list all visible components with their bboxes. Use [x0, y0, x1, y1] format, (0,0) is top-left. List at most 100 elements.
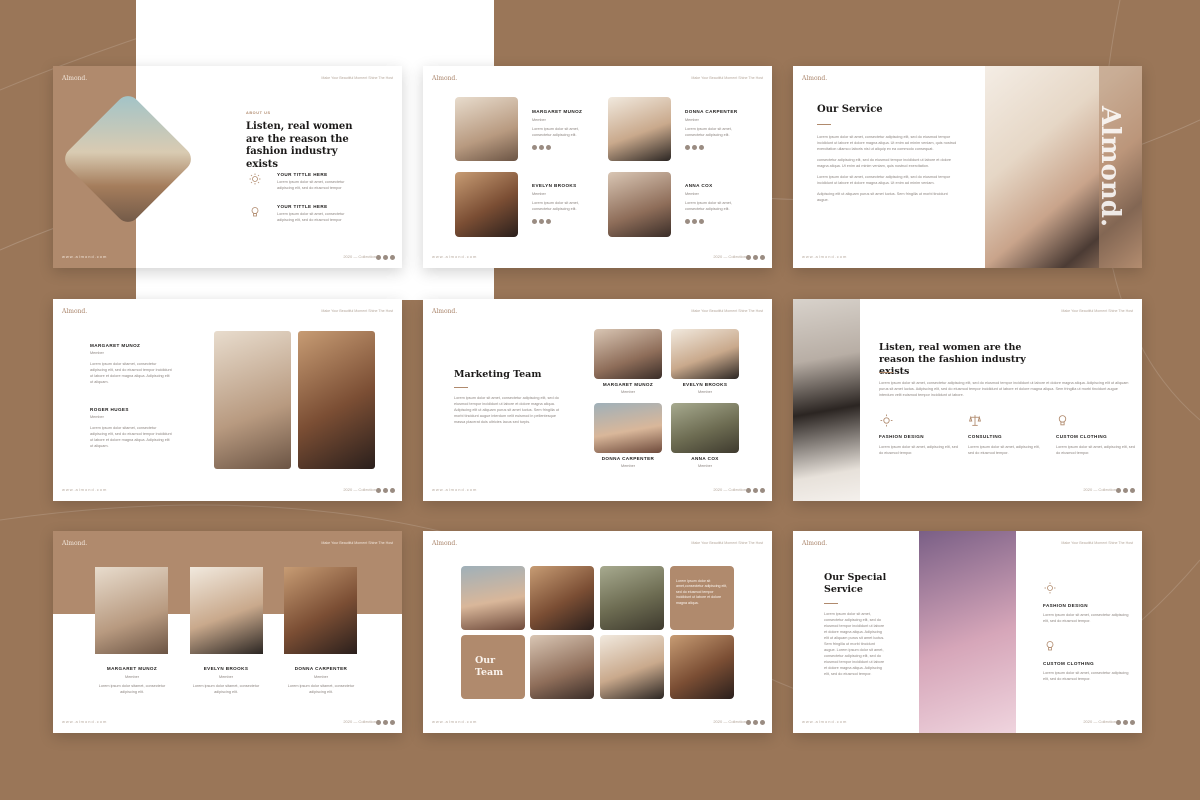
slide-our-service[interactable]: Almond. Our Service Lorem ipsum dolor si…	[793, 66, 1142, 268]
member-name: DONNA CARPENTER	[601, 456, 655, 461]
slide-profiles[interactable]: Almond. Make Your Beautiful Moment Shine…	[53, 299, 402, 501]
tagline: Make Your Beautiful Moment Shine The Hos…	[321, 309, 393, 313]
member-social[interactable]	[685, 219, 704, 224]
footer-year: 2020 — Collection	[343, 719, 376, 724]
service-list: Lorem ipsum dolor sit amet, consectetur …	[817, 134, 957, 203]
sun-icon	[249, 173, 261, 185]
title-line-1: Our	[475, 655, 496, 666]
title-line-2: Team	[475, 667, 504, 678]
lightbulb-icon	[1058, 415, 1067, 426]
social-icon[interactable]	[376, 255, 381, 260]
item-1-text: Lorem ipsum dolor sit amet, consectetur …	[277, 180, 345, 190]
footer-url: www.almond.com	[432, 487, 478, 492]
social-dots[interactable]	[376, 255, 395, 260]
slide-text: Lorem ipsum dolor sit amet, consectetur …	[879, 381, 1129, 397]
member-text: Lorem ipsum dolor sitamet, consectetur a…	[192, 684, 260, 694]
team-photo	[600, 635, 664, 699]
member-social[interactable]	[685, 145, 704, 150]
member-photo	[594, 403, 662, 453]
slide-title: Listen, real women are the reason the fa…	[879, 342, 1026, 377]
member-role: Member	[532, 192, 546, 196]
tagline: Make Your Beautiful Moment Shine The Hos…	[691, 309, 763, 313]
footer-year: 2020 — Collection	[343, 254, 376, 259]
tagline: Make Your Beautiful Moment Shine The Hos…	[1061, 309, 1133, 313]
footer-url: www.almond.com	[432, 254, 478, 259]
member-role: Member	[314, 675, 328, 679]
sun-icon	[1044, 582, 1056, 594]
logo: Almond.	[802, 75, 828, 82]
footer-year: 2020 — Collection	[1083, 487, 1116, 492]
member-role: Member	[685, 192, 699, 196]
footer-year: 2020 — Collection	[1083, 719, 1116, 724]
member-role: Member	[685, 118, 699, 122]
member-text: Lorem ipsum dolor sitamet, consectetur a…	[287, 684, 355, 694]
slide-title: Our Special Service	[824, 572, 887, 595]
member-name: EVELYN BROOKS	[682, 382, 728, 387]
feature-title: CONSULTING	[968, 434, 1003, 439]
member-role: Member	[698, 390, 712, 394]
feature-text: Lorem ipsum dolor sit amet, consectetur …	[1043, 671, 1129, 681]
social-dots[interactable]	[376, 720, 395, 725]
person-role: Member	[90, 351, 104, 355]
slide-our-team-grid[interactable]: Almond. Make Your Beautiful Moment Shine…	[423, 531, 772, 733]
slide-text: Lorem ipsum dolor sit amet, consectetur …	[824, 612, 885, 676]
social-icon[interactable]	[383, 255, 388, 260]
slide-title: Our Service	[817, 104, 883, 115]
slide-special-service[interactable]: Almond. Make Your Beautiful Moment Shine…	[793, 531, 1142, 733]
member-role: Member	[621, 390, 635, 394]
member-text: Lorem ipsum dolor sit amet, consectetur …	[532, 201, 579, 211]
vertical-brand-word: Almond.	[1095, 106, 1125, 228]
member-role: Member	[621, 464, 635, 468]
slide-title: Listen, real women are the reason the fa…	[246, 121, 353, 170]
slide-three-members[interactable]: Almond. Make Your Beautiful Moment Shine…	[53, 531, 402, 733]
member-social[interactable]	[532, 219, 551, 224]
logo: Almond.	[432, 540, 458, 547]
tagline: Make Your Beautiful Moment Shine The Hos…	[321, 76, 393, 80]
tagline: Make Your Beautiful Moment Shine The Hos…	[691, 541, 763, 545]
slide-team-grid[interactable]: Almond. Make Your Beautiful Moment Shine…	[423, 66, 772, 268]
member-role: Member	[532, 118, 546, 122]
footer-url: www.almond.com	[432, 719, 478, 724]
member-name: DONNA CARPENTER	[685, 109, 738, 114]
feature-title: FASHION DESIGN	[879, 434, 924, 439]
slide-marketing-team[interactable]: Almond. Make Your Beautiful Moment Shine…	[423, 299, 772, 501]
member-photo	[455, 172, 518, 237]
service-bullet: Lorem ipsum dolor sit amet, consectetur …	[817, 135, 957, 151]
slide-services-features[interactable]: Make Your Beautiful Moment Shine The Hos…	[793, 299, 1142, 501]
social-icon[interactable]	[390, 255, 395, 260]
slide-about-us[interactable]: Almond. Make Your Beautiful Moment Shine…	[53, 66, 402, 268]
footer-year: 2020 — Collection	[713, 719, 746, 724]
feature-text: Lorem ipsum dolor sit amet, adipiscing e…	[1056, 445, 1135, 455]
footer-year: 2020 — Collection	[713, 254, 746, 259]
service-bullet: Adipiscing elit ut aliquam purus sit ame…	[817, 192, 948, 202]
slide-title: Marketing Team	[454, 369, 542, 380]
social-dots[interactable]	[376, 488, 395, 493]
logo: Almond.	[62, 540, 88, 547]
info-text: Lorem ipsum dolor sit amet,consectetur a…	[676, 579, 728, 605]
team-photo	[530, 635, 594, 699]
person-name: ROGER HUGES	[90, 407, 129, 412]
footer-url: www.almond.com	[62, 719, 108, 724]
item-2-title: YOUR TITTLE HERE	[277, 204, 328, 209]
service-bullet: consectetur adipiscing elit, sed do eius…	[817, 158, 952, 168]
member-photo	[671, 403, 739, 453]
feature-title: CUSTOM CLOTHING	[1043, 661, 1095, 666]
logo: Almond.	[62, 75, 88, 82]
member-role: Member	[125, 675, 139, 679]
member-name: MARGARET MUNOZ	[106, 666, 158, 671]
info-card: Lorem ipsum dolor sit amet,consectetur a…	[670, 566, 734, 630]
title-underline	[454, 387, 468, 388]
social-dots[interactable]	[746, 488, 765, 493]
social-dots[interactable]	[746, 255, 765, 260]
slide-text: Lorem ipsum dolor sit amet, consectetur …	[454, 396, 559, 424]
footer-year: 2020 — Collection	[343, 487, 376, 492]
member-social[interactable]	[532, 145, 551, 150]
member-name: EVELYN BROOKS	[532, 183, 577, 188]
team-photo	[600, 566, 664, 630]
social-dots[interactable]	[746, 720, 765, 725]
feature-title: FASHION DESIGN	[1043, 603, 1088, 608]
title-underline	[824, 603, 838, 604]
social-dots[interactable]	[1116, 488, 1135, 493]
social-dots[interactable]	[1116, 720, 1135, 725]
tagline: Make Your Beautiful Moment Shine The Hos…	[691, 76, 763, 80]
